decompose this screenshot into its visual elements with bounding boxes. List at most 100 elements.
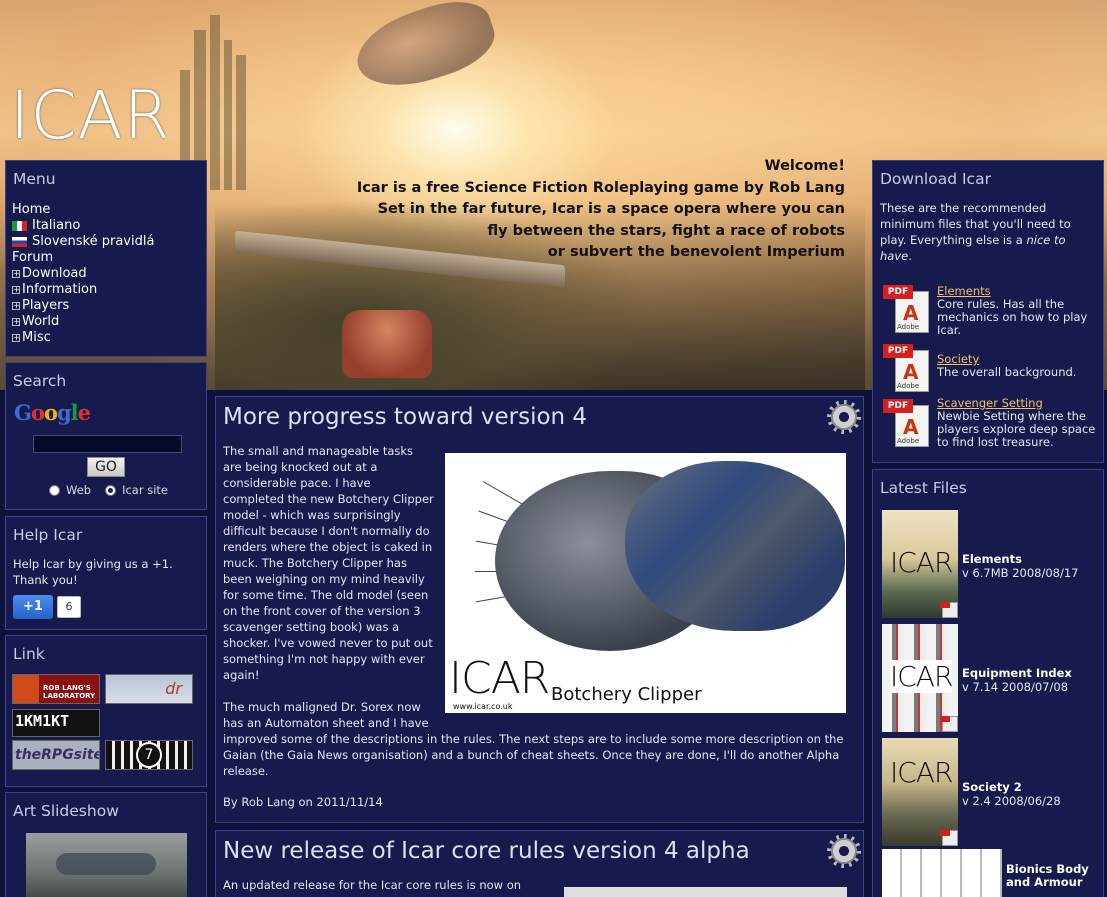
download-title: Download Icar (880, 170, 991, 188)
welcome-line: fly between the stars, fight a race of r… (487, 222, 845, 239)
menu-title: Menu (13, 170, 56, 188)
latest-file-item[interactable]: ICAR Society 2 v 2.4 2008/06/28 (882, 738, 1102, 846)
menu-item-label: Information (22, 282, 98, 297)
post-title[interactable]: More progress toward version 4 (223, 404, 863, 430)
download-panel: Download Icar These are the recommended … (872, 160, 1104, 463)
post-byline: By Rob Lang on 2011/11/14 (223, 795, 383, 809)
help-panel: Help Icar Help Icar by giving us a +1. T… (5, 516, 207, 630)
post2-image (564, 887, 847, 897)
clipper-render (475, 461, 845, 656)
file-cover-image[interactable]: ICAR (882, 738, 958, 846)
menu-item-label: Italiano (32, 218, 81, 233)
menu-item-forum[interactable]: Forum (12, 250, 206, 266)
search-input[interactable] (33, 435, 182, 453)
search-scope: Web Icar site (49, 483, 168, 497)
link-title: Link (13, 645, 45, 663)
menu-item-label: Forum (12, 250, 54, 265)
site-logo[interactable]: ICAR (10, 80, 171, 152)
hovercar-art (342, 310, 432, 378)
latest-file-name[interactable]: Bionics Body and Armour (1006, 863, 1102, 889)
latest-file-item[interactable]: Bionics Body and Armour (882, 849, 1102, 897)
gear-icon (827, 400, 861, 434)
link-panel: Link ROB LANG'S LABORATORY dr 1KM1KT the… (5, 635, 207, 787)
news-post: More progress toward version 4 ICAR www.… (215, 396, 864, 823)
botchery-clipper-image: ICAR www.icar.co.uk Botchery Clipper (445, 453, 846, 713)
slideshow-title: Art Slideshow (13, 802, 119, 820)
icar-site-radio[interactable] (105, 484, 117, 496)
latest-file-name[interactable]: Elements (962, 552, 1022, 566)
menu-item-misc[interactable]: + Misc (12, 330, 206, 346)
post2-intro: An updated release for the Icar core rul… (223, 878, 522, 892)
pdf-icon[interactable]: PDF A Adobe (883, 344, 929, 392)
plus-icon[interactable]: + (12, 318, 20, 326)
menu-item-world[interactable]: + World (12, 314, 206, 330)
pdf-icon (940, 830, 958, 846)
slovakia-flag-icon (12, 237, 27, 247)
menu-item-players[interactable]: + Players (12, 298, 206, 314)
download-item: PDF A Adobe Scavenger Setting Newbie Settin… (883, 397, 1103, 449)
file-cover-image[interactable] (882, 849, 1002, 897)
italy-flag-icon (12, 221, 27, 231)
plusone-button[interactable]: +1 (13, 595, 53, 619)
post2-title[interactable]: New release of Icar core rules version 4… (223, 838, 863, 864)
go-button[interactable]: GO (87, 457, 125, 477)
image-logo: ICAR (449, 653, 550, 704)
menu-item-label: Download (22, 266, 87, 281)
menu-item-information[interactable]: + Information (12, 282, 206, 298)
pdf-icon[interactable]: PDF A Adobe (883, 285, 929, 333)
plus-icon[interactable]: + (12, 334, 20, 342)
menu-item-download[interactable]: + Download (12, 266, 206, 282)
link-label: ROB LANG'S LABORATORY (43, 684, 96, 700)
pdf-icon (940, 716, 958, 732)
link-seven[interactable]: 7 (105, 740, 193, 770)
latest-files-title: Latest Files (880, 479, 967, 497)
latest-file-item[interactable]: ICAR Equipment Index v 7.14 2008/07/08 (882, 624, 1102, 732)
link-label: dr (165, 679, 182, 698)
welcome-line: Welcome! (764, 158, 845, 174)
spaceship-art (347, 0, 503, 100)
plusone-widget: +1 6 (13, 595, 81, 619)
latest-file-name[interactable]: Society 2 (962, 780, 1022, 794)
search-panel: Search Google GO Web Icar site (5, 362, 207, 510)
latest-file-item[interactable]: ICAR Elements v 6.7MB 2008/08/17 (882, 510, 1102, 618)
help-text: Help Icar by giving us a +1. Thank you! (13, 557, 173, 587)
welcome-message: Welcome! Icar is a free Science Fiction … (325, 156, 845, 264)
link-the-rpg-site[interactable]: theRPGsite (12, 740, 100, 770)
download-desc: The overall background. (937, 365, 1077, 379)
slideshow-panel: Art Slideshow (5, 792, 207, 897)
download-item: PDF A Adobe Society The overall background. (883, 344, 1103, 394)
plus-icon[interactable]: + (12, 286, 20, 294)
link-1km1kt[interactable]: 1KM1KT (12, 709, 100, 737)
post-body: ICAR www.icar.co.uk Botchery Clipper The… (223, 443, 855, 779)
plus-icon[interactable]: + (12, 302, 20, 310)
latest-file-name[interactable]: Equipment Index (962, 666, 1072, 680)
image-caption: Botchery Clipper (551, 684, 702, 705)
latest-file-meta: v 6.7MB 2008/08/17 (962, 566, 1079, 580)
welcome-line: Set in the far future, Icar is a space o… (377, 201, 845, 217)
download-intro-text: . (908, 249, 912, 263)
link-dr[interactable]: dr (105, 674, 193, 704)
slideshow-image[interactable] (26, 833, 187, 897)
download-item: PDF A Adobe Elements Core rules. Has all th… (883, 285, 1103, 337)
menu-item-slovenske[interactable]: Slovenské pravidlá (12, 234, 206, 250)
pdf-icon[interactable]: PDF A Adobe (883, 399, 929, 447)
help-title: Help Icar (13, 526, 83, 544)
latest-file-meta: v 7.14 2008/07/08 (962, 680, 1069, 694)
menu-item-label: World (22, 314, 60, 329)
menu-item-home[interactable]: Home (12, 202, 206, 218)
menu-item-label: Players (22, 298, 70, 313)
link-label: 7 (136, 742, 162, 768)
file-cover-image[interactable]: ICAR (882, 624, 958, 732)
plus-icon[interactable]: + (12, 270, 20, 278)
file-cover-image[interactable]: ICAR (882, 510, 958, 618)
menu-item-italiano[interactable]: Italiano (12, 218, 206, 234)
pdf-icon (940, 602, 958, 618)
icar-site-radio-label: Icar site (122, 483, 168, 497)
link-rob-langs-laboratory[interactable]: ROB LANG'S LABORATORY (12, 674, 100, 704)
web-radio[interactable] (49, 484, 60, 496)
welcome-line: or subvert the benevolent Imperium (547, 244, 845, 260)
menu-item-label: Misc (22, 330, 51, 345)
google-logo: Google (14, 400, 91, 425)
download-desc: Newbie Setting where the players explore… (937, 409, 1096, 449)
news-post-2: New release of Icar core rules version 4… (215, 830, 864, 897)
